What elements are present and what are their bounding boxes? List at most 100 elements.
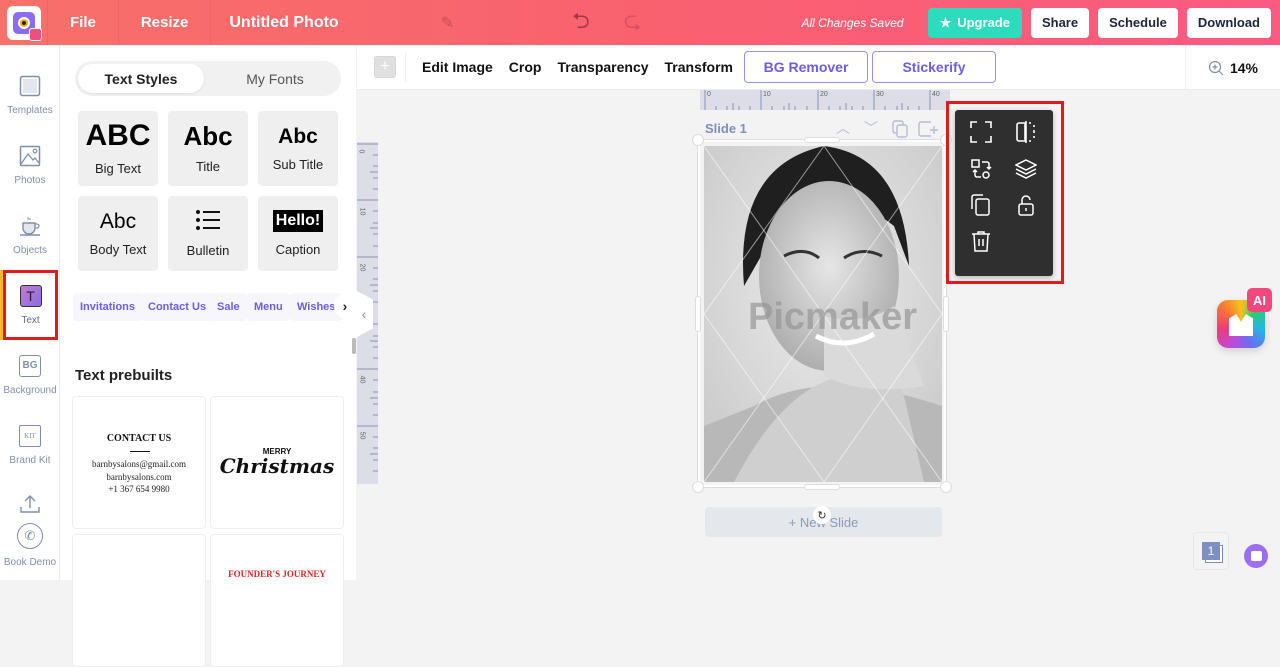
top-bar: File Resize Untitled Photo ✎ ⮌ ⮎ All Cha… [0, 0, 1280, 45]
sidebar-item-book-demo[interactable]: ✆ Book Demo [0, 515, 60, 575]
chips-next-arrow-icon[interactable]: › [334, 293, 356, 319]
background-icon: BG [19, 354, 41, 377]
divider [405, 52, 406, 82]
download-button[interactable]: Download [1186, 7, 1271, 38]
templates-icon [19, 75, 41, 97]
style-title[interactable]: Abc Title [168, 111, 248, 186]
slide-label: Slide 1 [705, 121, 747, 136]
crop-button[interactable]: Crop [509, 59, 542, 75]
replace-icon[interactable] [968, 156, 994, 182]
sidebar-rail: Templates Photos Objects T Text BG Backg… [0, 45, 60, 580]
tab-text-styles[interactable]: Text Styles [78, 64, 204, 93]
file-menu[interactable]: File [48, 0, 119, 45]
canvas-scrollbar[interactable] [352, 338, 356, 354]
style-bulletin[interactable]: Bulletin [168, 196, 248, 271]
page-count: 1 [1202, 542, 1220, 560]
chip-invitations[interactable]: Invitations [73, 293, 143, 321]
style-big-text[interactable]: ABC Big Text [78, 111, 158, 186]
zoom-level: 14% [1229, 59, 1259, 76]
pages-button[interactable]: 1 [1193, 532, 1229, 570]
style-caption[interactable]: Hello! Caption [258, 196, 338, 271]
ai-logo-icon [1229, 314, 1253, 336]
fit-icon[interactable] [968, 119, 994, 145]
prebuilt-line: +1 367 654 9980 [108, 484, 170, 494]
sidebar-item-photos[interactable]: Photos [0, 130, 60, 200]
layers-icon[interactable] [1013, 156, 1039, 182]
resize-handle-s[interactable] [804, 484, 840, 490]
style-label: Title [195, 159, 221, 174]
stickerify-button[interactable]: Stickerify [872, 51, 996, 83]
sidebar-label: Templates [7, 104, 53, 116]
edit-image-button[interactable]: Edit Image [422, 59, 493, 75]
sidebar-item-text[interactable]: T Text [3, 270, 58, 340]
prebuilt-line: barnbysalons.com [106, 471, 172, 482]
image-toolbar: + Edit Image Crop Transparency Transform… [357, 45, 1280, 90]
sidebar-item-background[interactable]: BG Background [0, 340, 60, 410]
brand-kit-icon: KIT [19, 424, 41, 447]
resize-handle-n[interactable] [804, 137, 840, 143]
redo-icon[interactable]: ⮎ [624, 4, 642, 42]
prebuilt-founders-journey[interactable]: FOUNDER'S JOURNEY [210, 534, 344, 667]
sidebar-label: Background [3, 384, 57, 396]
style-label: Caption [275, 242, 321, 257]
schedule-button[interactable]: Schedule [1098, 7, 1178, 38]
chip-sale[interactable]: Sale [210, 293, 247, 321]
prebuilt-merry-christmas[interactable]: MERRY Christmas [210, 396, 344, 529]
sidebar-item-templates[interactable]: Templates [0, 60, 60, 130]
resize-handle-sw[interactable] [692, 481, 704, 493]
add-slide-icon[interactable] [918, 121, 940, 137]
sidebar-item-objects[interactable]: Objects [0, 200, 60, 270]
duplicate-icon[interactable] [968, 192, 994, 218]
upgrade-label: Upgrade [957, 15, 1010, 30]
resize-handle-nw[interactable] [692, 134, 704, 146]
chip-contact-us[interactable]: Contact Us [141, 293, 214, 321]
app-logo[interactable] [0, 0, 48, 45]
rotate-handle-icon[interactable]: ↻ [813, 506, 831, 524]
prebuilt-blank[interactable] [72, 534, 206, 667]
category-chips: Invitations Contact Us Sale Menu Wishes [73, 291, 348, 321]
bg-remover-button[interactable]: BG Remover [744, 51, 868, 83]
move-slide-down-icon[interactable]: ﹀ [864, 118, 878, 138]
style-label: Big Text [94, 161, 141, 176]
sidebar-label: Brand Kit [9, 454, 51, 466]
style-preview: Abc [99, 209, 137, 233]
style-preview: Abc [183, 121, 233, 151]
kit-glyph: KIT [24, 431, 36, 440]
phone-icon: ✆ [17, 522, 43, 549]
document-title[interactable]: Untitled Photo [211, 14, 356, 32]
bullet-list-icon [196, 210, 220, 230]
resize-menu[interactable]: Resize [119, 0, 212, 45]
delete-icon[interactable] [968, 228, 994, 254]
resize-handle-w[interactable] [695, 296, 701, 332]
prebuilt-contact-us[interactable]: CONTACT US barnbysalons@gmail.com barnby… [72, 396, 206, 529]
undo-icon[interactable]: ⮌ [572, 4, 590, 42]
add-element-button[interactable]: + [374, 56, 396, 78]
transparency-button[interactable]: Transparency [557, 59, 648, 75]
style-body-text[interactable]: Abc Body Text [78, 196, 158, 271]
bg-glyph: BG [22, 360, 38, 371]
flip-icon[interactable] [1013, 119, 1039, 145]
upgrade-button[interactable]: ★ Upgrade [927, 7, 1022, 38]
style-sub-title[interactable]: Abc Sub Title [258, 111, 338, 186]
rename-pencil-icon[interactable]: ✎ [441, 13, 454, 33]
star-icon: ★ [939, 14, 952, 30]
objects-icon [19, 215, 41, 237]
share-button[interactable]: Share [1030, 7, 1090, 38]
prebuilt-line: barnbysalons@gmail.com [91, 459, 187, 469]
chip-menu[interactable]: Menu [247, 293, 290, 321]
style-label: Body Text [89, 241, 147, 257]
sidebar-item-brand-kit[interactable]: KIT Brand Kit [0, 410, 60, 480]
style-preview: Abc [278, 124, 318, 148]
resize-handle-e[interactable] [943, 296, 949, 332]
tab-my-fonts[interactable]: My Fonts [212, 64, 338, 93]
transform-button[interactable]: Transform [665, 59, 733, 75]
duplicate-slide-icon[interactable] [892, 120, 908, 138]
resize-handle-se[interactable] [940, 481, 952, 493]
zoom-control[interactable]: 14% [1185, 45, 1280, 90]
ai-badge: AI [1247, 288, 1272, 312]
chat-support-button[interactable] [1244, 544, 1268, 568]
style-preview: ABC [85, 119, 151, 152]
move-slide-up-icon[interactable]: ︿ [836, 118, 850, 138]
unlock-icon[interactable] [1013, 192, 1039, 218]
text-glyph: T [26, 287, 35, 304]
